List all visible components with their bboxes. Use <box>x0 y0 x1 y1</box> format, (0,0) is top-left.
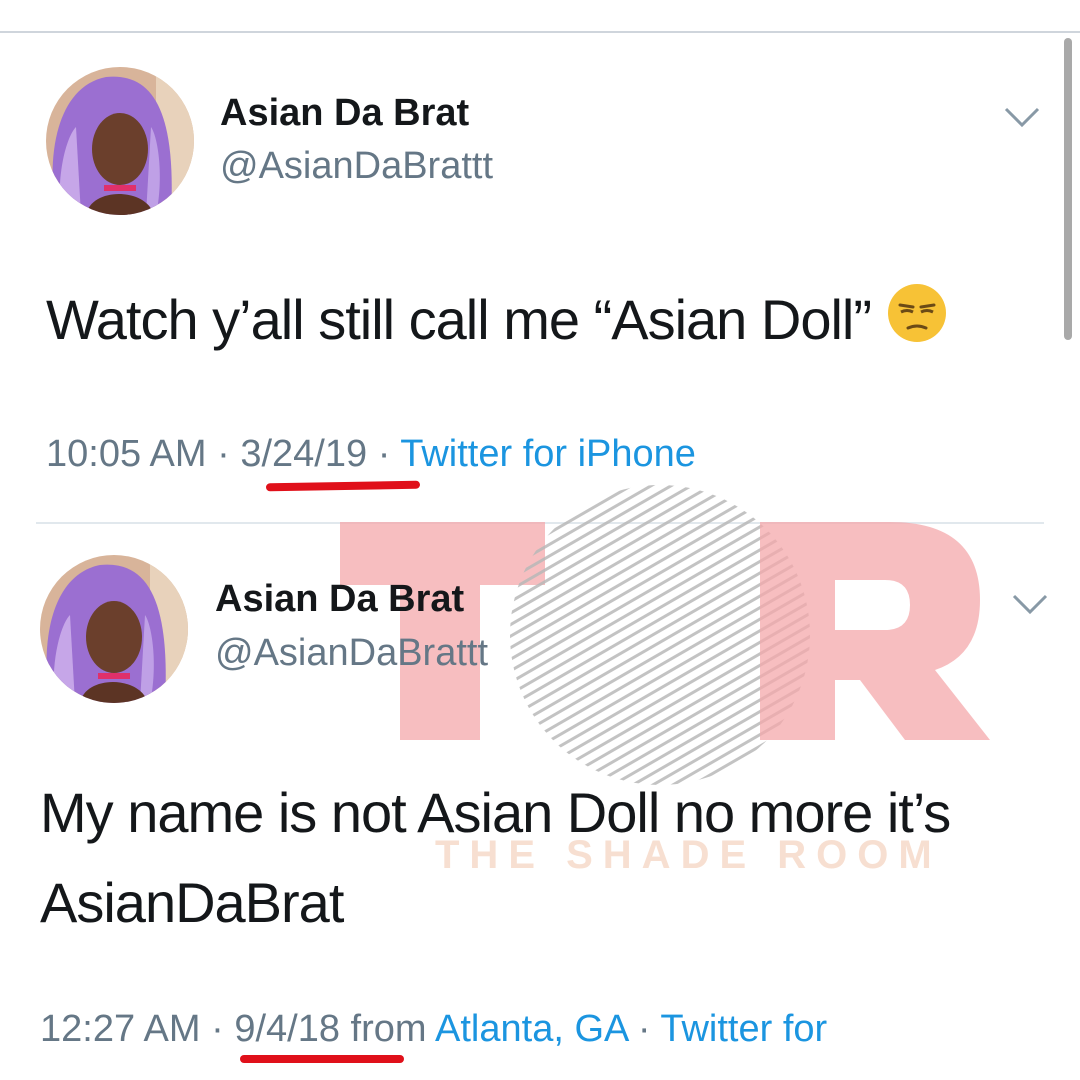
date-underline-annotation <box>265 480 421 492</box>
meta-from: from <box>340 1008 436 1050</box>
meta-separator: · <box>627 1008 661 1050</box>
meta-separator: · <box>206 433 241 475</box>
meta-separator: · <box>200 1008 235 1050</box>
chevron-down-icon[interactable] <box>1002 103 1042 133</box>
tweet-date[interactable]: 3/24/19 <box>240 433 367 475</box>
user-handle[interactable]: @AsianDaBrattt <box>220 145 493 188</box>
tweet-text: Watch y’all still call me “Asian Doll” <box>46 278 948 367</box>
tweet-meta: 10:05 AM · 3/24/19 · Twitter for iPhone <box>46 433 696 476</box>
display-name[interactable]: Asian Da Brat <box>220 92 469 135</box>
tweet-location-link[interactable]: Atlanta, GA <box>435 1008 627 1050</box>
tweet-date[interactable]: 9/4/18 <box>234 1008 340 1050</box>
avatar[interactable] <box>40 555 188 703</box>
tweet-time: 10:05 AM <box>46 433 207 475</box>
tweet-text-content: Watch y’all still call me “Asian Doll” <box>46 288 872 351</box>
tweet-text: My name is not Asian Doll no more it’s A… <box>40 768 951 948</box>
top-divider <box>0 31 1080 33</box>
tweet-source-link[interactable]: Twitter for <box>660 1008 827 1050</box>
tweet-text-line-2: AsianDaBrat <box>40 871 344 934</box>
tweet-text-line-1: My name is not Asian Doll no more it’s <box>40 781 951 844</box>
avatar[interactable] <box>46 67 194 215</box>
date-underline-annotation <box>240 1055 404 1063</box>
tweet-divider <box>36 522 1044 524</box>
scrollbar[interactable] <box>1064 38 1072 340</box>
user-handle[interactable]: @AsianDaBrattt <box>215 632 488 675</box>
chevron-down-icon[interactable] <box>1010 590 1050 620</box>
display-name[interactable]: Asian Da Brat <box>215 578 464 621</box>
tweet-source-link[interactable]: Twitter for iPhone <box>400 433 696 475</box>
unamused-face-icon <box>886 282 948 367</box>
meta-separator: · <box>367 433 401 475</box>
tweet-meta: 12:27 AM · 9/4/18 from Atlanta, GA · Twi… <box>40 1008 827 1051</box>
tweet-time: 12:27 AM <box>40 1008 201 1050</box>
